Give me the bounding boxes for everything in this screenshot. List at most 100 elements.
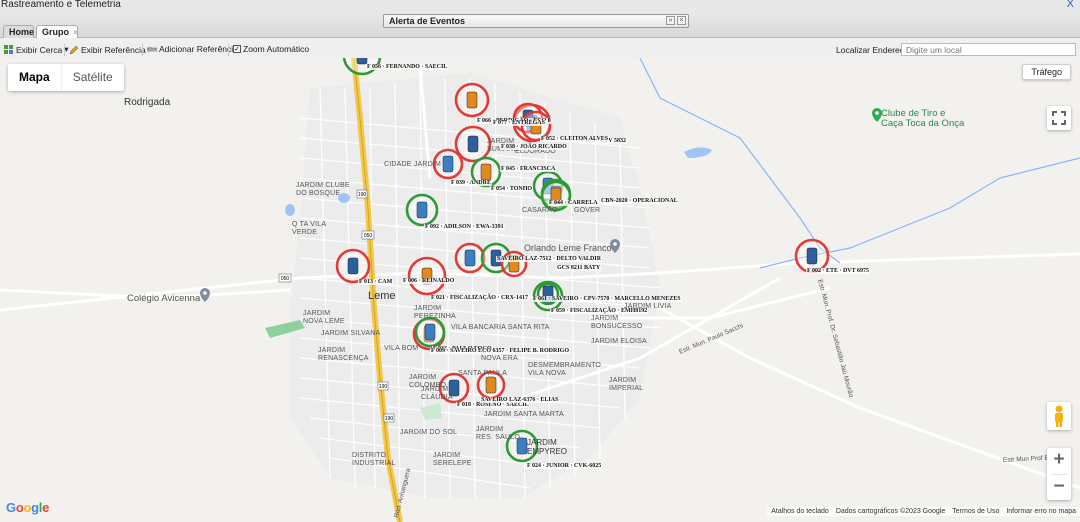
tab-grupo[interactable]: Grupo × (36, 25, 78, 38)
vehicle-label: F 021 · FISCALIZAÇÃO · CRX-1417 (430, 295, 529, 301)
zoom-in-button[interactable]: + (1047, 448, 1071, 474)
vehicle-icon (806, 247, 818, 265)
vehicle-label: F 002 · ETE · DVT 6975 (806, 268, 871, 274)
vehicle-icon (466, 91, 478, 109)
address-search-input[interactable] (901, 43, 1076, 56)
poi-orlando-leme-franco[interactable]: Orlando Leme Franco (524, 243, 612, 253)
vehicle-label: F 052 · CLEITON ALVES (540, 136, 610, 142)
shield-label: 190 (385, 416, 394, 422)
map-data-credit: Dados cartográficos ©2023 Google (835, 508, 946, 515)
add-reference-label: Adicionar Referência (159, 44, 238, 54)
road-label-sebastiao: Estr. Mun. Prof. Dr. Sebastião Jaú Mourã… (816, 279, 854, 399)
toolbar-divider (64, 44, 65, 56)
neighborhood-label: JARDIM BONSUCESSO (591, 315, 643, 330)
zoom-out-button[interactable]: − (1047, 475, 1071, 501)
close-icon[interactable]: × (677, 16, 686, 25)
add-reference-button[interactable]: Adicionar Referência (147, 44, 238, 54)
vehicle-marker[interactable] (454, 125, 492, 163)
events-panel[interactable]: Alerta de Eventos » × (383, 14, 689, 28)
show-fence-label: Exibir Cerca (16, 44, 63, 55)
vehicle-icon (485, 376, 497, 394)
vehicle-marker[interactable] (335, 248, 371, 284)
neighborhood-label: JARDIM SERELEPE (433, 452, 472, 467)
show-reference-button[interactable]: Exibir Referência ▾ (69, 44, 152, 55)
vehicle-icon (347, 257, 359, 275)
show-reference-label: Exibir Referência (81, 44, 146, 55)
vehicle-label: F 092 · ADILSON · EWA-3391 (424, 224, 505, 230)
vehicle-label: F 039 · ANDRE (450, 180, 492, 186)
neighborhood-label: JARDIM IMPERIAL (609, 377, 644, 392)
keyboard-shortcuts-link[interactable]: Atalhos do teclado (771, 508, 829, 515)
shield-label: 190 (358, 192, 367, 198)
vehicle-label: F 024 · JUNIOR · CVK-6025 (526, 463, 603, 469)
river (639, 58, 841, 264)
tab-close-icon[interactable]: × (73, 28, 78, 37)
vehicle-label: F 059 · FISCALIZAÇÃO · EMH8192 (550, 308, 649, 314)
neighborhood-label: VILA BOM (384, 345, 419, 352)
ruler-icon (147, 47, 157, 52)
collapse-icon[interactable]: » (666, 16, 675, 25)
poi-clube-tiro[interactable]: Clube de Tiro e Caça Toca da Onça (881, 109, 964, 129)
google-logo: Google (6, 500, 50, 515)
neighborhood-label: VILA BANCARIA SANTA RITA (451, 324, 550, 331)
neighborhood-label: NOVA ERA (481, 355, 518, 362)
vehicle-marker[interactable] (454, 82, 490, 118)
vehicle-icon (424, 323, 436, 341)
vehicle-label: F 038 · JOÃO RICARDO (500, 144, 568, 150)
tab-home[interactable]: Home (3, 25, 34, 38)
vehicle-marker[interactable] (454, 242, 486, 274)
vehicle-marker[interactable] (407, 256, 447, 296)
neighborhood-label: SANTA PAULA (458, 370, 508, 377)
vehicle-marker[interactable] (414, 316, 446, 348)
vehicle-icon (480, 163, 492, 181)
app-window: Rastreamento e Telemetria X Home Grupo × … (0, 0, 1080, 522)
vehicle-label: F 013 · CAM (358, 279, 394, 285)
vehicle-marker[interactable] (405, 193, 439, 227)
vehicle-icon (467, 135, 479, 153)
zoom-control: + − (1047, 448, 1071, 500)
shield-label: 050 (364, 233, 373, 239)
vehicle-label: F 054 · TONHO (490, 186, 534, 192)
map-canvas[interactable]: 190 050 050 190 190 Rod. Anhanguera Estr… (0, 58, 1080, 522)
map-type-satellite-button[interactable]: Satélite (60, 64, 124, 91)
vehicle-label: F 009 · SAVEIRO ECO 6357 · FELIPE B. ROD… (430, 348, 571, 354)
street-view-button[interactable] (1047, 402, 1071, 430)
auto-zoom-checkbox[interactable]: ✓ (233, 45, 241, 53)
neighborhood-label: JARDIM SILVANA (321, 330, 381, 337)
vehicle-icon (464, 249, 476, 267)
vehicle-label: F 044 · CARRELA (548, 200, 599, 206)
neighborhood-label: JARDIM SANTA MARTA (484, 411, 564, 418)
tab-home-label: Home (9, 27, 35, 37)
neighborhood-label: JARDIM DO SOL (400, 429, 458, 436)
shield-label: 190 (379, 384, 388, 390)
window-title: Rastreamento e Telemetria (1, 0, 121, 10)
vehicle-label: F 061 · SAVEIRO · CPV-7570 · MARCELLO ME… (532, 296, 682, 302)
neighborhood-label: JARDIM CLÁUDIA (421, 386, 453, 401)
events-panel-title: Alerta de Eventos (389, 16, 466, 26)
pegman-icon (1055, 405, 1063, 427)
vehicle-label: F 045 · FRANCISCA (500, 166, 557, 172)
neighborhood-label: JARDIM EMPYREO (527, 438, 568, 456)
neighborhood-label: JARDIM RENASCENÇA (318, 347, 369, 362)
auto-zoom-toggle[interactable]: ✓ Zoom Automático (233, 44, 309, 54)
window-close-icon[interactable]: X (1067, 0, 1074, 10)
title-bar: Rastreamento e Telemetria X (0, 0, 1080, 12)
fullscreen-button[interactable] (1047, 106, 1071, 130)
shield-label: 050 (281, 276, 290, 282)
address-label: Localizar Endereço: (836, 45, 912, 55)
terms-link[interactable]: Termos de Uso (952, 508, 999, 515)
report-error-link[interactable]: Informar erro no mapa (1006, 508, 1076, 515)
pencil-icon (69, 45, 79, 54)
map-type-map-button[interactable]: Mapa (8, 64, 61, 91)
show-fence-button[interactable]: Exibir Cerca ▾ (4, 44, 69, 55)
vehicle-label: CBN-2020 · OPERACIONAL (600, 198, 679, 204)
town-label-leme: Leme (368, 290, 396, 302)
vehicle-label: F 056 · FERNANDO · SAECIL (366, 64, 449, 70)
poi-colegio-avicenna[interactable]: Colégio Avicenna (127, 293, 200, 304)
map-attribution: Atalhos do teclado Dados cartográficos ©… (767, 507, 1080, 516)
neighborhood-label: JARDIM ELOISA (591, 338, 647, 345)
traffic-button[interactable]: Tráfego (1022, 64, 1071, 80)
town-label-rodrigada: Rodrigada (124, 97, 171, 108)
neighborhood-label: Q TA VILA VERDE (292, 221, 327, 236)
neighborhood-label: DESMEMBRAMENTO VILA NOVA (528, 362, 602, 377)
